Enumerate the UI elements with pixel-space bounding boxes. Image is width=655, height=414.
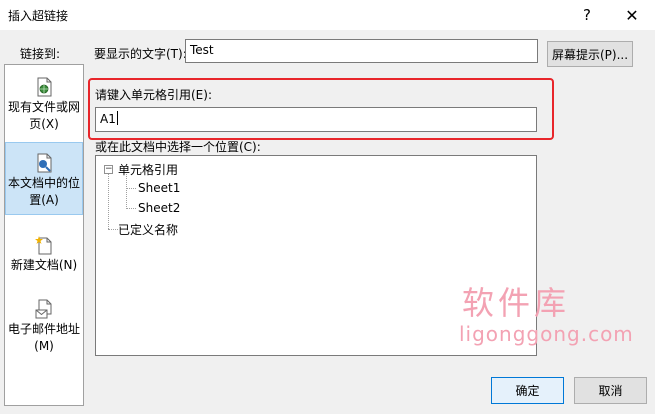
tree-item-sheet1[interactable]: Sheet1	[138, 181, 180, 195]
sidebar-item-label: 新建文档(N)	[10, 258, 78, 272]
sidebar-item-label: (M)	[34, 339, 54, 353]
ok-button[interactable]: 确定	[491, 377, 564, 404]
place-in-document-icon	[37, 153, 52, 173]
sidebar-item-label: 本文档中的位	[7, 176, 80, 190]
tree-connector	[126, 188, 136, 189]
cell-reference-label: 请键入单元格引用(E):	[95, 88, 212, 102]
title-bar	[0, 0, 655, 30]
text-caret	[116, 111, 118, 125]
sidebar-item-email-address[interactable]: 电子邮件地址 (M)	[5, 299, 83, 355]
help-button[interactable]: ?	[573, 3, 601, 27]
close-button[interactable]: ✕	[617, 3, 647, 27]
sidebar-item-label: 置(A)	[29, 193, 59, 207]
watermark-title: 软件库	[462, 284, 571, 322]
sidebar-item-label: 现有文件或网	[7, 100, 80, 114]
tree-connector	[108, 229, 118, 230]
new-document-icon	[35, 236, 52, 255]
window-title: 插入超链接	[8, 9, 69, 23]
tree-connector	[108, 174, 109, 229]
location-label: 或在此文档中选择一个位置(C):	[95, 140, 261, 154]
tree-item-sheet2[interactable]: Sheet2	[138, 201, 180, 215]
tree-item-cell-reference[interactable]: 单元格引用	[118, 161, 178, 178]
cell-reference-input[interactable]: A1	[95, 107, 537, 132]
watermark-url: ligonggong.com	[459, 322, 634, 346]
sidebar-item-label: 页(X)	[29, 117, 59, 131]
sidebar-item-place-in-document[interactable]: 本文档中的位 置(A)	[5, 142, 83, 215]
screentip-button[interactable]: 屏幕提示(P)...	[547, 41, 633, 67]
link-to-label: 链接到:	[20, 47, 61, 61]
email-address-icon	[35, 299, 52, 319]
cell-reference-value: A1	[100, 112, 116, 126]
existing-file-icon	[37, 77, 52, 97]
cancel-button[interactable]: 取消	[574, 377, 647, 404]
display-text-input[interactable]: Test	[185, 39, 538, 63]
tree-connector	[126, 208, 136, 209]
collapse-toggle-icon[interactable]: −	[104, 165, 113, 174]
sidebar-item-label: 电子邮件地址	[7, 322, 80, 336]
display-text-label: 要显示的文字(T):	[94, 47, 187, 61]
sidebar-item-new-document[interactable]: 新建文档(N)	[5, 235, 83, 274]
tree-item-defined-names[interactable]: 已定义名称	[118, 221, 178, 238]
link-to-sidebar: 现有文件或网 页(X) 本文档中的位 置(A) 新建文档(N) 电子邮件地址 (…	[4, 64, 84, 406]
insert-hyperlink-dialog: 插入超链接 ? ✕ 链接到: 现有文件或网 页(X) 本文档中的位 置(A) 新…	[0, 0, 655, 414]
sidebar-item-existing-file[interactable]: 现有文件或网 页(X)	[5, 77, 83, 133]
tree-connector	[126, 174, 127, 209]
